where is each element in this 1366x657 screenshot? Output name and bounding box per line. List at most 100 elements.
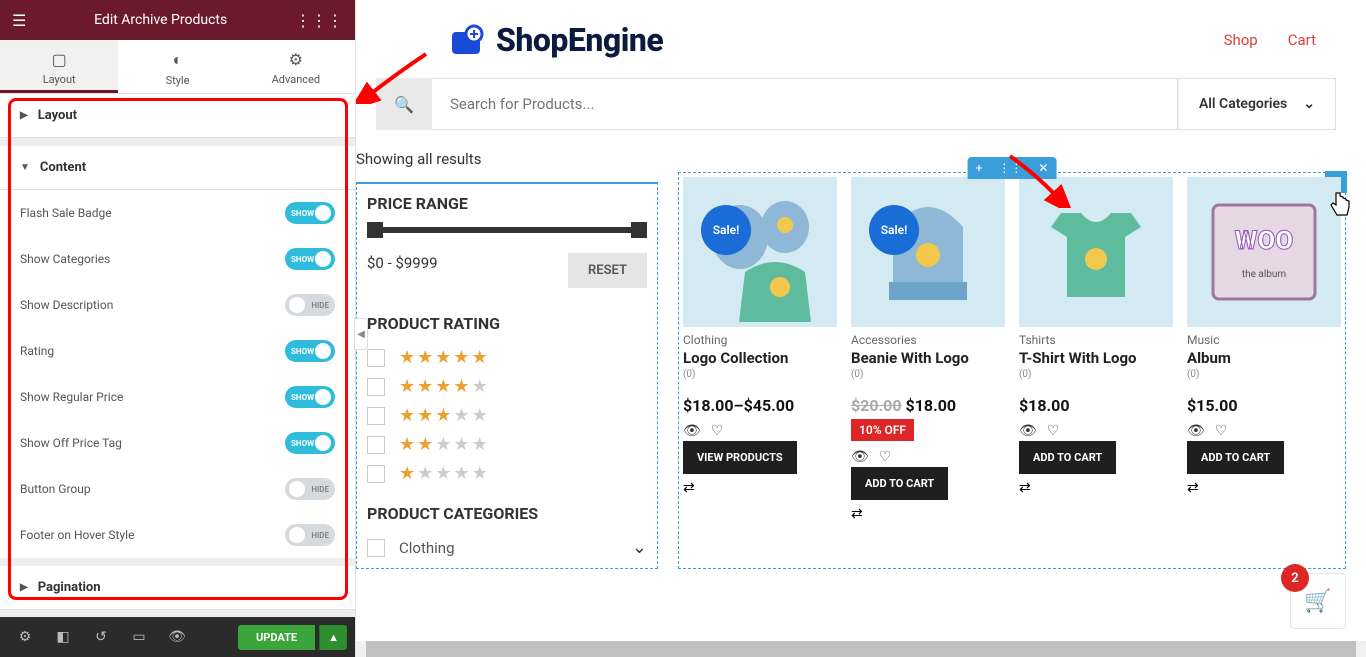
tab-advanced[interactable]: ⚙ Advanced xyxy=(237,40,355,93)
eye-icon[interactable]: 👁 xyxy=(1019,423,1037,439)
responsive-icon[interactable]: ▭ xyxy=(122,623,156,651)
reset-button[interactable]: RESET xyxy=(568,253,647,288)
tab-label: Advanced xyxy=(272,73,320,86)
panel-tabs: ▢ Layout ◐ Style ⚙ Advanced xyxy=(0,40,355,94)
control-label: Show Categories xyxy=(20,252,110,266)
history-icon[interactable]: ↺ xyxy=(84,623,118,651)
toggle-flash-sale[interactable]: SHOW xyxy=(285,202,335,224)
search-icon[interactable]: 🔍 xyxy=(376,78,432,130)
menu-icon[interactable]: ☰ xyxy=(12,11,26,30)
rating-option-2[interactable]: ★★★★★ xyxy=(367,434,647,455)
eye-icon[interactable]: 👁 xyxy=(683,423,701,439)
compare-icon[interactable]: ⇄ xyxy=(1187,480,1341,496)
caret-right-icon: ▶ xyxy=(20,582,28,593)
toggle-button-group[interactable]: HIDE xyxy=(285,478,335,500)
toggle-categories[interactable]: SHOW xyxy=(285,248,335,270)
compare-icon[interactable]: ⇄ xyxy=(1019,480,1173,496)
caret-down-icon: ▼ xyxy=(20,162,30,173)
tab-style[interactable]: ◐ Style xyxy=(118,40,236,93)
heart-icon[interactable]: ♡ xyxy=(1215,423,1228,439)
rating-option-5[interactable]: ★★★★★ xyxy=(367,347,647,368)
search-input[interactable] xyxy=(432,78,1178,130)
sale-badge: Sale! xyxy=(869,205,919,255)
filter-rating-title: PRODUCT RATING xyxy=(367,314,647,333)
product-reviews: (0) xyxy=(683,369,837,380)
product-action-button[interactable]: ADD TO CART xyxy=(851,467,948,500)
search-bar: 🔍 All Categories ⌄ xyxy=(356,78,1346,130)
mini-cart-button[interactable]: 🛒 2 xyxy=(1290,573,1346,629)
price-slider[interactable] xyxy=(367,227,647,233)
control-label: Footer on Hover Style xyxy=(20,528,134,542)
section-content[interactable]: ▼ Content xyxy=(0,146,355,190)
delete-section-icon[interactable]: ✕ xyxy=(1030,157,1056,179)
product-price: $18.00–$45.00 xyxy=(683,396,837,415)
rating-option-3[interactable]: ★★★★★ xyxy=(367,405,647,426)
compare-icon[interactable]: ⇄ xyxy=(851,506,1005,522)
toggle-regular-price[interactable]: SHOW xyxy=(285,386,335,408)
product-action-button[interactable]: VIEW PRODUCTS xyxy=(683,441,797,474)
product-action-button[interactable]: ADD TO CART xyxy=(1019,441,1116,474)
checkbox[interactable] xyxy=(367,378,385,396)
checkbox[interactable] xyxy=(367,465,385,483)
results-text: Showing all results xyxy=(356,130,1346,172)
section-pagination[interactable]: ▶ Pagination xyxy=(0,566,355,610)
product-card[interactable]: Sale!AccessoriesBeanie With Logo(0)$20.0… xyxy=(851,177,1005,522)
filters-sidebar: PRICE RANGE $0 - $9999 RESET PRODUCT RAT… xyxy=(356,172,658,569)
tab-label: Style xyxy=(166,74,190,87)
widgets-icon[interactable]: ⋮⋮⋮ xyxy=(295,11,343,30)
product-image: WOOthe album xyxy=(1187,177,1341,327)
toggle-off-price[interactable]: SHOW xyxy=(285,432,335,454)
panel-title: Edit Archive Products xyxy=(94,12,227,28)
category-select[interactable]: All Categories ⌄ xyxy=(1178,78,1336,130)
compare-icon[interactable]: ⇄ xyxy=(683,480,837,496)
content-row: PRICE RANGE $0 - $9999 RESET PRODUCT RAT… xyxy=(356,172,1346,569)
site-logo[interactable]: ShopEngine xyxy=(446,20,663,60)
nav-links: Shop Cart xyxy=(1224,31,1316,49)
heart-icon[interactable]: ♡ xyxy=(879,449,892,465)
update-options-icon[interactable]: ▲ xyxy=(319,625,347,650)
checkbox[interactable] xyxy=(367,349,385,367)
cart-icon: 🛒 xyxy=(1304,589,1331,614)
card-action-icons: 👁♡ xyxy=(1187,423,1341,439)
eye-icon[interactable]: 👁 xyxy=(851,449,869,465)
preview-icon[interactable]: 👁 xyxy=(160,623,194,651)
navigator-icon[interactable]: ◧ xyxy=(46,623,80,651)
products-widget[interactable]: + ⋮⋮ ✕ ▦ ✎ Sale!ClothingLogo Collection(… xyxy=(678,172,1346,569)
nav-shop[interactable]: Shop xyxy=(1224,31,1258,49)
nav-cart[interactable]: Cart xyxy=(1288,31,1316,49)
section-layout[interactable]: ▶ Layout xyxy=(0,94,355,138)
site-header: ShopEngine Shop Cart xyxy=(356,8,1346,78)
heart-icon[interactable]: ♡ xyxy=(711,423,724,439)
category-option-clothing[interactable]: Clothing ⌄ xyxy=(367,537,647,558)
product-grid: Sale!ClothingLogo Collection(0)$18.00–$4… xyxy=(683,177,1341,522)
checkbox[interactable] xyxy=(367,436,385,454)
control-label: Flash Sale Badge xyxy=(20,206,112,220)
product-card[interactable]: TshirtsT-Shirt With Logo(0)$18.00👁♡ADD T… xyxy=(1019,177,1173,522)
scrollbar-thumb[interactable] xyxy=(366,641,1356,657)
toggle-description[interactable]: HIDE xyxy=(285,294,335,316)
rating-option-1[interactable]: ★★★★★ xyxy=(367,463,647,484)
edit-section-icon[interactable]: ⋮⋮ xyxy=(990,157,1030,179)
toggle-footer-hover[interactable]: HIDE xyxy=(285,524,335,546)
eye-icon[interactable]: 👁 xyxy=(1187,423,1205,439)
settings-icon[interactable]: ⚙ xyxy=(8,623,42,651)
product-card[interactable]: WOOthe albumMusicAlbum(0)$15.00👁♡ADD TO … xyxy=(1187,177,1341,522)
heart-icon[interactable]: ♡ xyxy=(1047,423,1060,439)
product-price: $20.00$18.00 xyxy=(851,396,1005,415)
price-range-value: $0 - $9999 xyxy=(367,254,438,272)
product-action-button[interactable]: ADD TO CART xyxy=(1187,441,1284,474)
add-section-icon[interactable]: + xyxy=(968,157,991,179)
update-button[interactable]: UPDATE xyxy=(238,625,315,650)
product-card[interactable]: Sale!ClothingLogo Collection(0)$18.00–$4… xyxy=(683,177,837,522)
layout-icon: ▢ xyxy=(0,50,118,69)
discount-badge: 10% OFF xyxy=(851,419,914,441)
horizontal-scrollbar[interactable] xyxy=(356,641,1366,657)
filter-price-title: PRICE RANGE xyxy=(367,194,647,213)
tab-layout[interactable]: ▢ Layout xyxy=(0,40,118,93)
svg-text:WOO: WOO xyxy=(1235,226,1294,256)
rating-option-4[interactable]: ★★★★★ xyxy=(367,376,647,397)
panel-collapse-handle[interactable]: ◀ xyxy=(354,318,368,350)
toggle-rating[interactable]: SHOW xyxy=(285,340,335,362)
checkbox[interactable] xyxy=(367,539,385,557)
checkbox[interactable] xyxy=(367,407,385,425)
